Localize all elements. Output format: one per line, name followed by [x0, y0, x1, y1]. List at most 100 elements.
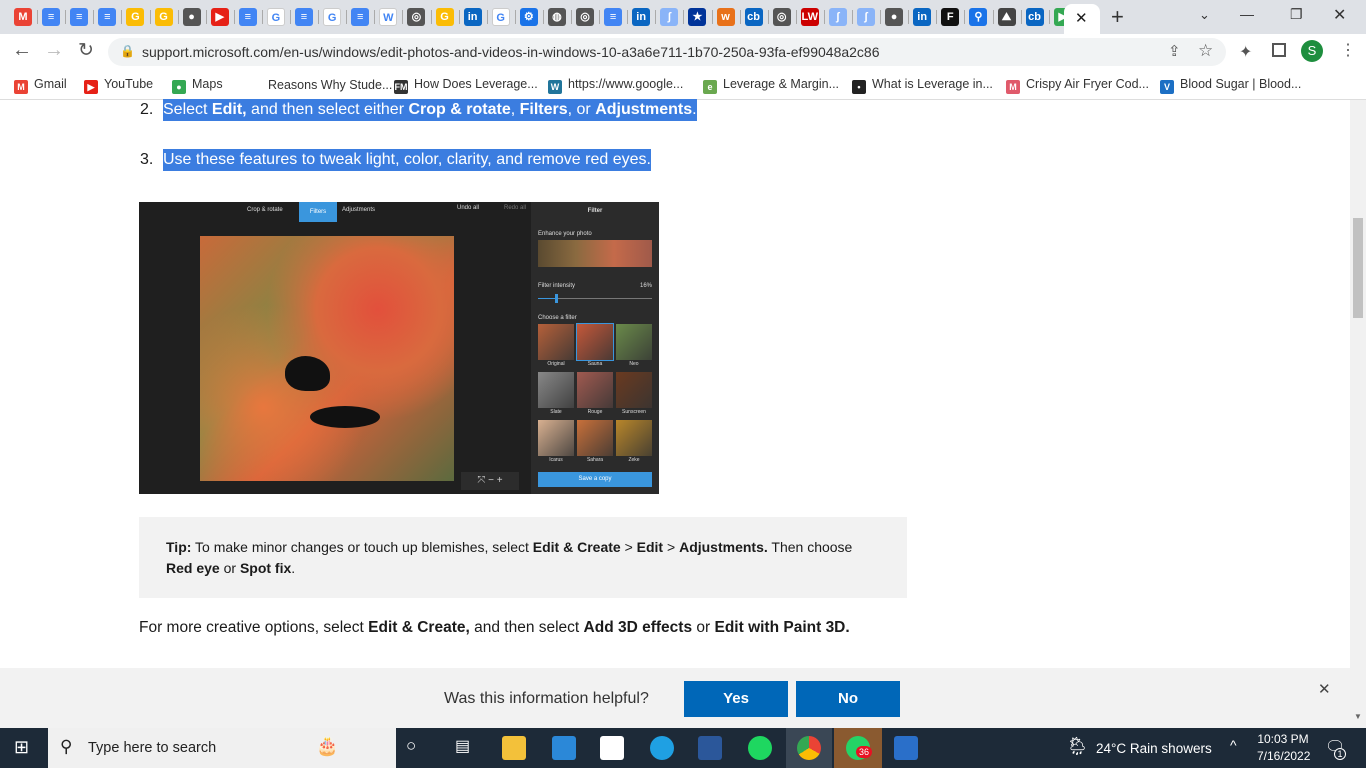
back-icon[interactable]: ← — [12, 39, 32, 62]
bookmark-favicon-icon: FM — [394, 80, 408, 94]
close-window-button[interactable]: ✕ — [1333, 5, 1346, 25]
docs-icon[interactable]: ≡ — [351, 8, 370, 26]
taskbar-search[interactable]: ⚲ Type here to search 🎂 — [48, 728, 396, 768]
weather-text[interactable]: 24°C Rain showers — [1096, 741, 1212, 756]
docs-icon[interactable]: ≡ — [98, 8, 117, 26]
docs-icon[interactable]: ≡ — [238, 8, 257, 26]
docs-icon[interactable]: ≡ — [42, 8, 61, 26]
tab-search-icon[interactable]: ⌄ — [1199, 7, 1210, 23]
docs-icon[interactable]: ≡ — [70, 8, 89, 26]
search-icon[interactable]: ⚲ — [969, 8, 988, 26]
filter-label: Neo — [629, 361, 639, 367]
file-explorer-icon[interactable] — [502, 736, 526, 760]
scroll-down-arrow[interactable]: ▼ — [1354, 712, 1362, 721]
cb-icon[interactable]: cb — [1025, 8, 1044, 26]
extensions-icon[interactable]: ✦ — [1239, 42, 1252, 62]
google-icon[interactable]: G — [266, 8, 285, 26]
docs-icon[interactable]: ≡ — [295, 8, 313, 26]
youtube-icon[interactable]: ▶ — [210, 8, 229, 26]
site-icon[interactable]: ʃ — [660, 8, 679, 26]
site-icon[interactable]: w — [716, 8, 735, 26]
windows-start-icon[interactable]: ⊞ — [14, 737, 29, 758]
cortana-icon[interactable]: ○ — [406, 736, 416, 756]
linkedin-icon[interactable]: in — [913, 8, 932, 26]
chrome-icon[interactable]: ◎ — [576, 8, 594, 26]
whatsapp-badge: 36 — [856, 746, 873, 758]
task-view-icon[interactable]: ▤ — [455, 736, 470, 756]
bookmark-item[interactable]: ▶ YouTube — [84, 77, 153, 94]
cb-icon[interactable]: cb — [744, 8, 763, 26]
google-icon[interactable]: G — [154, 8, 173, 26]
bookmark-item[interactable]: V Blood Sugar | Blood... — [1160, 77, 1301, 94]
bookmark-star-icon[interactable]: ☆ — [1198, 41, 1213, 61]
bookmark-item[interactable]: M Crispy Air Fryer Cod... — [1006, 77, 1149, 94]
tab-separator — [290, 10, 291, 24]
globe-icon[interactable]: ● — [182, 8, 201, 26]
google-icon[interactable]: G — [323, 8, 342, 26]
bookmark-item[interactable]: • What is Leverage in... — [852, 77, 993, 94]
bookmark-item[interactable]: M Gmail — [14, 77, 67, 94]
wikipedia-icon[interactable]: W — [379, 8, 398, 26]
active-tab[interactable]: ✕ — [1064, 4, 1100, 34]
settings-icon[interactable]: ⚙ — [519, 8, 538, 26]
forward-icon[interactable]: → — [44, 39, 64, 62]
text-run: Edit & Create, — [368, 619, 470, 636]
restore-button[interactable]: ❐ — [1290, 6, 1303, 23]
mail-icon[interactable] — [552, 736, 576, 760]
tab-separator — [936, 10, 938, 24]
lw-icon[interactable]: LW — [800, 8, 819, 26]
adjustments-tab: Adjustments — [342, 207, 376, 213]
site-icon[interactable]: ʃ — [828, 8, 847, 26]
google-icon[interactable]: G — [491, 8, 510, 26]
address-bar[interactable]: 🔒 support.microsoft.com/en-us/windows/ed… — [108, 38, 1226, 66]
word-icon[interactable] — [698, 736, 722, 760]
google-icon[interactable]: G — [435, 8, 454, 26]
profile-avatar[interactable]: S — [1301, 40, 1323, 62]
new-tab-button[interactable]: + — [1111, 4, 1124, 30]
chrome-icon[interactable]: ◎ — [407, 8, 426, 26]
edge-icon[interactable] — [650, 736, 674, 760]
scrollbar-thumb[interactable] — [1353, 218, 1363, 318]
clock-time[interactable]: 10:03 PM — [1257, 732, 1309, 746]
docs-icon[interactable]: ≡ — [604, 8, 623, 26]
globe-icon[interactable]: ● — [885, 8, 904, 26]
linkedin-icon[interactable]: in — [463, 8, 482, 26]
weather-icon[interactable]: 🌦 — [1066, 736, 1089, 757]
chrome-taskbar-item[interactable] — [786, 728, 832, 768]
bookmark-item[interactable]: e Leverage & Margin... — [703, 77, 839, 94]
choose-filter-label: Choose a filter — [538, 315, 577, 321]
whatsapp-taskbar-item[interactable]: 36 — [834, 728, 882, 768]
scrollbar[interactable]: ▼ — [1350, 100, 1366, 728]
site-icon[interactable]: ⛰ — [997, 8, 1016, 26]
chrome-icon[interactable]: ◎ — [772, 8, 791, 26]
google-icon[interactable]: G — [126, 8, 145, 26]
eu-icon[interactable]: ★ — [688, 8, 707, 26]
url-text[interactable]: support.microsoft.com/en-us/windows/edit… — [142, 44, 880, 60]
gmail-icon[interactable]: M — [14, 8, 32, 26]
spotify-icon[interactable] — [748, 736, 772, 760]
clock-date[interactable]: 7/16/2022 — [1257, 749, 1310, 763]
reload-icon[interactable]: ↻ — [78, 39, 94, 62]
menu-icon[interactable]: ⋮ — [1340, 40, 1356, 60]
bookmark-label: How Does Leverage... — [414, 77, 538, 91]
filter-thumbnail — [538, 324, 574, 360]
bookmark-item[interactable]: Reasons Why Stude... — [262, 77, 392, 92]
side-panel-icon[interactable] — [1272, 43, 1286, 57]
linkedin-icon[interactable]: in — [632, 8, 651, 26]
close-feedback-icon[interactable]: ✕ — [1318, 680, 1331, 698]
show-hidden-icons[interactable]: ^ — [1230, 737, 1237, 753]
minimize-button[interactable]: — — [1240, 6, 1254, 22]
store-icon[interactable] — [600, 736, 624, 760]
forbes-icon[interactable]: F — [941, 8, 960, 26]
bookmark-item[interactable]: FM How Does Leverage... — [394, 77, 538, 94]
bookmark-item[interactable]: Whttps://www.google... — [548, 77, 683, 94]
globe-icon[interactable]: ◍ — [547, 8, 566, 26]
no-button[interactable]: No — [796, 681, 900, 717]
share-icon[interactable]: ⇪ — [1168, 42, 1181, 60]
photos-icon[interactable] — [894, 736, 918, 760]
bookmark-item[interactable]: ● Maps — [172, 77, 223, 94]
site-icon[interactable]: ʃ — [857, 8, 875, 26]
close-tab-icon[interactable]: ✕ — [1075, 9, 1088, 27]
tab-separator — [571, 10, 572, 24]
yes-button[interactable]: Yes — [684, 681, 788, 717]
